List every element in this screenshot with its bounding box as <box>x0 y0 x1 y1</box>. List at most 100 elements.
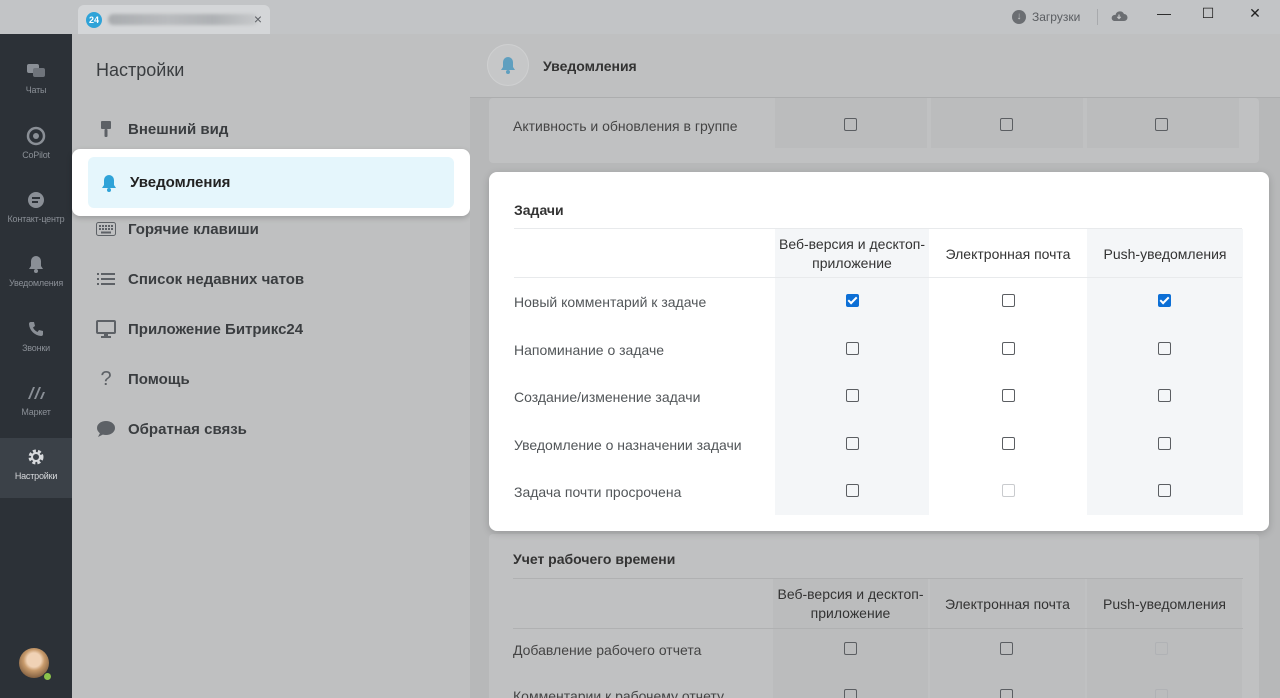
checkbox-reminder-web[interactable] <box>846 342 859 355</box>
sidebar-item-calls[interactable]: Звонки <box>0 310 72 370</box>
close-window-button[interactable]: ✕ <box>1233 0 1277 30</box>
checkbox-worklog-comment-email[interactable] <box>1000 689 1013 698</box>
checkbox-assign-email[interactable] <box>1002 437 1015 450</box>
nav-item-label: Внешний вид <box>128 120 229 138</box>
title-separator <box>1097 9 1098 25</box>
checkbox-create-edit-email[interactable] <box>1002 389 1015 402</box>
online-status-dot <box>43 672 52 681</box>
nav-item-notifications[interactable]: Уведомления <box>88 157 454 208</box>
tab-title-blurred <box>108 14 258 25</box>
checkbox-worklog-email[interactable] <box>1000 642 1013 655</box>
column-header-web: Веб-версия и десктоп-приложение <box>777 586 924 621</box>
browser-tab[interactable]: 24 × <box>78 5 270 34</box>
settings-nav-panel: Настройки Внешний вид Горячие клавиши Сп… <box>72 34 470 698</box>
bell-icon <box>102 174 116 192</box>
sidebar-item-copilot[interactable]: CoPilot <box>0 117 72 177</box>
row-label: Новый комментарий к задаче <box>514 294 707 310</box>
section-title: Учет рабочего времени <box>513 551 676 567</box>
checkbox-assign-web[interactable] <box>846 437 859 450</box>
column-header-push: Push-уведомления <box>1103 245 1227 262</box>
page-title: Уведомления <box>543 58 637 74</box>
row-label: Добавление рабочего отчета <box>513 642 702 658</box>
checkbox-new-comment-email[interactable] <box>1002 294 1015 307</box>
checkbox-new-comment-push[interactable] <box>1158 294 1171 307</box>
sidebar-label: Маркет <box>21 407 51 417</box>
nav-item-appearance[interactable]: Внешний вид <box>96 114 228 144</box>
checkbox-worklog-push <box>1155 642 1168 655</box>
keyboard-icon <box>96 219 116 239</box>
column-header-email: Электронная почта <box>945 595 1070 612</box>
nav-item-label: Горячие клавиши <box>128 220 259 238</box>
app-sidebar: Чаты CoPilot Контакт-центр Уведомления З… <box>0 34 72 698</box>
checkbox-overdue-web[interactable] <box>846 484 859 497</box>
tasks-card: Задачи Веб-версия и десктоп-приложение Э… <box>489 172 1269 531</box>
cloud-icon[interactable] <box>1110 10 1128 22</box>
downloads-label: Загрузки <box>1032 10 1081 24</box>
nav-item-feedback[interactable]: Обратная связь <box>96 414 247 444</box>
sidebar-label: Настройки <box>14 471 58 481</box>
nav-item-bitrix24-app[interactable]: Приложение Битрикс24 <box>96 314 303 344</box>
sidebar-label: Чаты <box>25 85 47 95</box>
chat-icon <box>27 64 45 77</box>
checkbox-create-edit-push[interactable] <box>1158 389 1171 402</box>
checkbox-reminder-email[interactable] <box>1002 342 1015 355</box>
checkbox-group-email[interactable] <box>1000 118 1013 131</box>
list-icon <box>96 269 116 289</box>
tab-close-icon[interactable]: × <box>254 11 262 27</box>
divider <box>513 628 1243 629</box>
nav-item-hotkeys[interactable]: Горячие клавиши <box>96 214 259 244</box>
sidebar-item-contact-center[interactable]: Контакт-центр <box>0 181 72 241</box>
nav-item-label: Список недавних чатов <box>128 270 305 288</box>
checkbox-assign-push[interactable] <box>1158 437 1171 450</box>
checkbox-worklog-web[interactable] <box>844 642 857 655</box>
copilot-icon <box>26 126 46 146</box>
checkbox-overdue-push[interactable] <box>1158 484 1171 497</box>
checkbox-reminder-push[interactable] <box>1158 342 1171 355</box>
row-label: Комментарии к рабочему отчету <box>513 688 724 698</box>
settings-title: Настройки <box>96 60 185 80</box>
checkbox-group-web[interactable] <box>844 118 857 131</box>
nav-item-label: Уведомления <box>130 174 231 191</box>
nav-item-label: Помощь <box>128 370 190 388</box>
bell-icon <box>501 57 515 74</box>
content-header: Уведомления <box>470 34 1280 98</box>
sidebar-item-market[interactable]: Маркет <box>0 374 72 434</box>
nav-item-notifications-highlight: Уведомления <box>72 149 470 216</box>
market-icon <box>28 387 45 399</box>
checkbox-create-edit-web[interactable] <box>846 389 859 402</box>
checkbox-worklog-comment-web[interactable] <box>844 689 857 698</box>
gear-icon <box>28 449 44 465</box>
maximize-button[interactable]: ☐ <box>1186 0 1230 30</box>
contact-center-icon <box>28 192 44 208</box>
nav-item-label: Обратная связь <box>128 420 247 438</box>
time-tracking-card: Учет рабочего времени Веб-версия и дескт… <box>489 534 1259 698</box>
sidebar-label: Звонки <box>22 343 50 353</box>
row-label: Создание/изменение задачи <box>514 389 701 405</box>
download-icon: ↓ <box>1012 10 1026 24</box>
column-header-push: Push-уведомления <box>1103 595 1226 612</box>
nav-item-label: Приложение Битрикс24 <box>128 320 304 338</box>
group-card: Активность и обновления в группе <box>489 98 1259 163</box>
row-label: Задача почти просрочена <box>514 484 682 500</box>
column-header-email: Электронная почта <box>945 245 1071 262</box>
title-bar: 24 × ↓ Загрузки — ☐ ✕ <box>0 0 1280 34</box>
sidebar-label: CoPilot <box>22 150 50 160</box>
checkbox-overdue-email <box>1002 484 1015 497</box>
brush-icon <box>96 119 116 139</box>
question-icon: ? <box>100 367 112 390</box>
nav-item-recent-chats[interactable]: Список недавних чатов <box>96 264 304 294</box>
downloads-button[interactable]: ↓ Загрузки <box>1012 8 1080 26</box>
monitor-icon <box>96 319 116 339</box>
row-label: Напоминание о задаче <box>514 342 665 358</box>
phone-icon <box>29 322 43 336</box>
sidebar-item-notifications[interactable]: Уведомления <box>0 245 72 305</box>
sidebar-item-chats[interactable]: Чаты <box>0 52 72 112</box>
bell-icon <box>29 256 43 273</box>
checkbox-worklog-comment-push <box>1155 689 1168 698</box>
sidebar-item-settings[interactable]: Настройки <box>0 438 72 498</box>
checkbox-new-comment-web[interactable] <box>846 294 859 307</box>
checkbox-group-push[interactable] <box>1155 118 1168 131</box>
speech-bubble-icon <box>96 419 116 439</box>
nav-item-help[interactable]: ? Помощь <box>96 364 190 394</box>
minimize-button[interactable]: — <box>1142 0 1186 30</box>
